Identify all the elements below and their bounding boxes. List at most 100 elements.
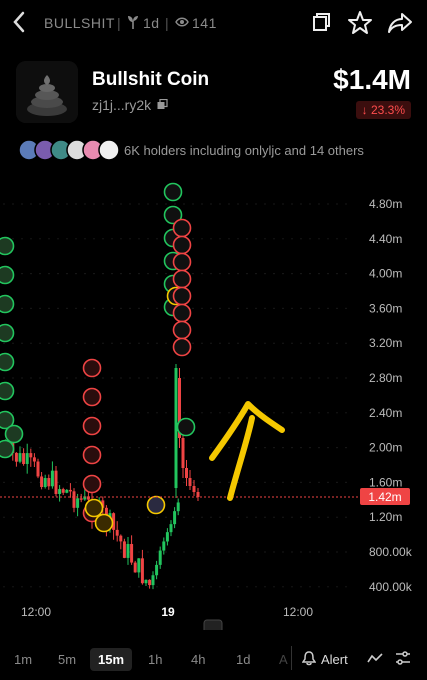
y-tick-label: 4.00m	[369, 267, 402, 281]
trade-marker[interactable]	[172, 303, 192, 323]
candle-body	[29, 453, 33, 458]
candle-body	[119, 535, 123, 542]
trade-marker[interactable]	[0, 381, 15, 401]
trade-marker[interactable]	[0, 323, 15, 343]
y-tick-label: 4.80m	[369, 197, 402, 211]
candle-body	[144, 579, 148, 584]
y-tick-label: 2.40m	[369, 406, 402, 420]
trade-marker[interactable]	[172, 252, 192, 272]
coin-avatar	[16, 61, 78, 123]
candle-body	[169, 524, 173, 533]
trade-marker[interactable]	[82, 358, 102, 378]
y-tick-label: 2.80m	[369, 371, 402, 385]
x-tick-label: 12:00	[283, 605, 313, 619]
x-tick-label: 19	[161, 605, 175, 619]
trade-marker[interactable]	[84, 498, 104, 518]
trade-marker[interactable]	[82, 416, 102, 436]
candle-body	[130, 544, 134, 563]
tf-4h[interactable]: 4h	[191, 652, 205, 667]
candle-body	[54, 470, 58, 494]
y-tick-label: 1.20m	[369, 510, 402, 524]
y-tick-label: 2.00m	[369, 441, 402, 455]
candle-body	[196, 492, 200, 497]
views-count: 141	[192, 15, 217, 31]
candle-body	[192, 486, 196, 492]
candle-body	[72, 491, 76, 508]
trade-marker[interactable]	[172, 235, 192, 255]
candle-body	[36, 461, 40, 477]
candle-body	[68, 489, 72, 492]
candle-body	[151, 575, 155, 586]
holders-text: 6K holders including onlyljc and 14 othe…	[124, 143, 364, 158]
candle-body	[25, 453, 29, 464]
chart-scroll-handle[interactable]	[203, 619, 223, 630]
trade-marker[interactable]	[82, 387, 102, 407]
trade-marker[interactable]	[172, 269, 192, 289]
candle-body	[185, 468, 188, 478]
star-icon[interactable]	[347, 10, 373, 36]
share-icon[interactable]	[308, 10, 334, 36]
candle-body	[181, 438, 185, 468]
trade-marker[interactable]	[4, 424, 24, 444]
trade-marker[interactable]	[172, 286, 192, 306]
tf-1h[interactable]: 1h	[148, 652, 162, 667]
trade-marker[interactable]	[176, 417, 196, 437]
trade-marker[interactable]	[82, 474, 102, 494]
candle-body	[22, 453, 26, 464]
tf-15m[interactable]: 15m	[90, 648, 133, 671]
trade-marker[interactable]	[0, 294, 15, 314]
trade-markers	[0, 182, 196, 533]
candle-body	[126, 544, 130, 558]
coin-name: Bullshit Coin	[92, 69, 210, 90]
candle-body	[176, 502, 180, 512]
trade-marker[interactable]	[172, 337, 192, 357]
ticker-label: BULLSHIT	[44, 15, 115, 31]
alert-button[interactable]: Alert	[321, 652, 348, 667]
candle-body	[47, 478, 51, 487]
x-tick-label: 12:00	[21, 605, 51, 619]
candle-body	[140, 558, 144, 584]
trade-marker[interactable]	[172, 218, 192, 238]
trade-marker[interactable]	[163, 182, 183, 202]
x-axis: 12:00 19 12:00	[21, 605, 313, 619]
poop-icon	[16, 61, 78, 123]
settings-sliders-icon[interactable]	[395, 650, 411, 666]
price-chart[interactable]: 4.80m 4.40m 4.00m 3.60m 3.20m 2.80m 2.40m 2.00m…	[0, 168, 427, 630]
coin-address[interactable]: zj1j...ry2k	[92, 97, 168, 113]
back-icon[interactable]	[8, 9, 30, 35]
candle-body	[79, 498, 83, 500]
eye-icon	[175, 17, 189, 27]
tf-1d[interactable]: 1d	[236, 652, 250, 667]
copy-icon[interactable]	[157, 98, 168, 110]
candle-body	[148, 579, 152, 586]
change-badge: ↓ 23.3%	[355, 101, 411, 119]
candle-body	[32, 457, 36, 462]
trade-marker[interactable]	[172, 320, 192, 340]
candle-body	[137, 558, 141, 573]
candle-body	[18, 453, 22, 462]
y-tick-label: 4.40m	[369, 232, 402, 246]
candle-body	[76, 498, 80, 508]
trade-marker[interactable]	[0, 236, 15, 256]
candle-body	[165, 532, 169, 542]
trade-marker[interactable]	[0, 352, 15, 372]
candle-body	[173, 511, 177, 525]
tf-5m[interactable]: 5m	[58, 652, 76, 667]
holder-avatars	[18, 139, 120, 161]
y-tick-label: 3.60m	[369, 301, 402, 315]
tf-1m[interactable]: 1m	[14, 652, 32, 667]
y-tick-label: 3.20m	[369, 336, 402, 350]
line-chart-icon[interactable]	[367, 652, 383, 664]
trade-marker[interactable]	[0, 265, 15, 285]
top-bar: BULLSHIT | 1d | 141	[0, 0, 427, 46]
bell-icon[interactable]	[302, 650, 316, 666]
candle-body	[50, 470, 54, 487]
candle-body	[188, 478, 192, 486]
trade-marker[interactable]	[94, 513, 114, 533]
candle-body	[65, 489, 69, 493]
forward-icon[interactable]	[387, 10, 413, 36]
trade-marker[interactable]	[146, 495, 166, 515]
trade-marker[interactable]	[82, 445, 102, 465]
candle-body	[43, 478, 47, 488]
trade-marker[interactable]	[0, 439, 15, 459]
